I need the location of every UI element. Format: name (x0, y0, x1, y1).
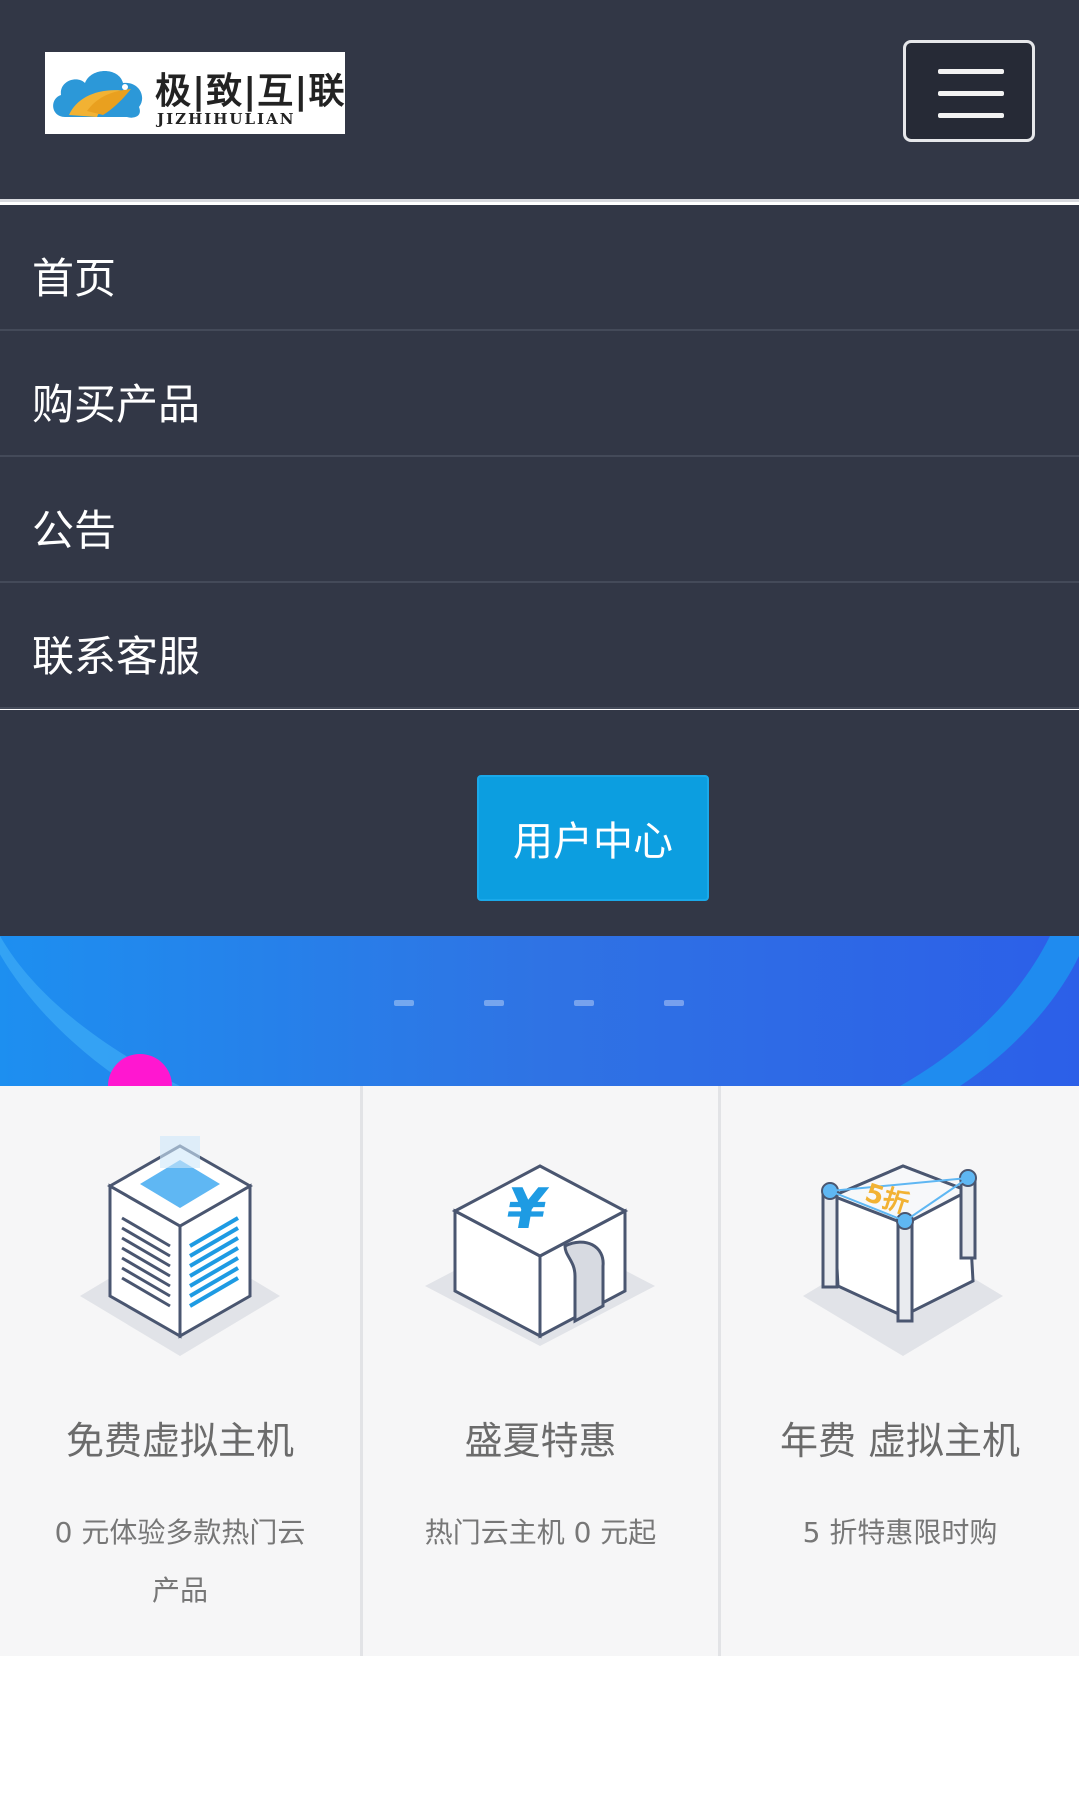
server-building-icon (80, 1136, 280, 1356)
feature-summer-sale[interactable]: ¥ 盛夏特惠 热门云主机 0 元起 (363, 1086, 718, 1656)
yuan-puzzle-icon: ¥ (425, 1164, 655, 1346)
feature-description: 5 折特惠限时购 (802, 1516, 998, 1549)
user-center-button[interactable]: 用户中心 (477, 775, 709, 901)
nav-item-announcements[interactable]: 公告 (0, 457, 1079, 583)
features-section: 免费虚拟主机 0 元体验多款热门云产品 ¥ 盛夏特惠 热门云主机 0 元起 5折… (0, 1086, 1079, 1656)
discount-box-icon: 5折 (803, 1164, 1003, 1356)
cloud-bird-icon (53, 71, 143, 118)
feature-title: 盛夏特惠 (464, 1419, 617, 1463)
nav-menu: 首页 购买产品 公告 联系客服 (0, 205, 1079, 709)
hamburger-icon-bar (938, 69, 1004, 74)
nav-item-label: 公告 (32, 506, 117, 555)
menu-toggle-button[interactable] (903, 40, 1035, 142)
logo-english-text: JIZHIHULIAN (157, 110, 296, 128)
hamburger-icon-bar (938, 113, 1004, 118)
page-footer-space (0, 1656, 1079, 1801)
nav-item-buy-products[interactable]: 购买产品 (0, 331, 1079, 457)
feature-description: 0 元体验多款热门云产品 (54, 1516, 306, 1607)
feature-title: 年费 虚拟主机 (779, 1419, 1021, 1463)
carousel-dot[interactable] (664, 1000, 684, 1006)
feature-annual-hosting[interactable]: 5折 年费 虚拟主机 5 折特惠限时购 (721, 1086, 1079, 1656)
carousel-dot[interactable] (394, 1000, 414, 1006)
nav-item-contact-support[interactable]: 联系客服 (0, 583, 1079, 709)
banner-carousel[interactable] (0, 936, 1079, 1086)
nav-item-home[interactable]: 首页 (0, 205, 1079, 331)
logo-chinese-text: 极|致|互|联 (155, 71, 346, 112)
nav-footer: 用户中心 (0, 710, 1079, 936)
carousel-dot[interactable] (574, 1000, 594, 1006)
site-header: 极|致|互|联 JIZHIHULIAN (0, 0, 1079, 202)
hamburger-icon-bar (938, 91, 1004, 96)
carousel-dot[interactable] (484, 1000, 504, 1006)
feature-free-hosting[interactable]: 免费虚拟主机 0 元体验多款热门云产品 (0, 1086, 360, 1656)
feature-title: 免费虚拟主机 (65, 1419, 294, 1463)
nav-item-label: 购买产品 (32, 380, 201, 429)
nav-item-label: 首页 (32, 254, 117, 303)
nav-item-label: 联系客服 (32, 632, 201, 681)
banner-decoration (0, 936, 1079, 1086)
feature-description: 热门云主机 0 元起 (424, 1516, 657, 1549)
site-logo[interactable]: 极|致|互|联 JIZHIHULIAN (45, 52, 345, 134)
